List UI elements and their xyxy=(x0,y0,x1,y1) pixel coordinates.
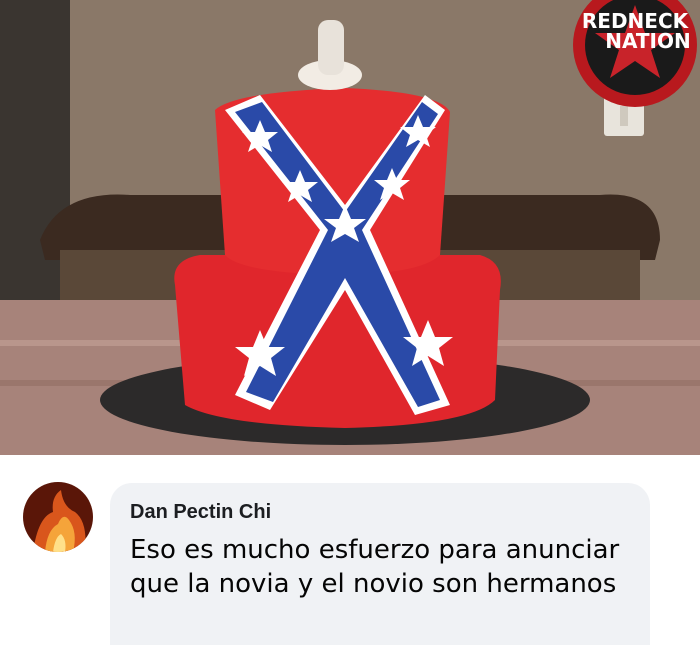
avatar[interactable] xyxy=(23,482,93,552)
post-photo[interactable]: REDNECK NATION xyxy=(0,0,700,455)
comment-section: Dan Pectin Chi Eso es mucho esfuerzo par… xyxy=(0,455,700,645)
comment-author[interactable]: Dan Pectin Chi xyxy=(130,501,271,524)
cake-photo-image: REDNECK NATION xyxy=(0,0,700,455)
comment-bubble: Dan Pectin Chi Eso es mucho esfuerzo par… xyxy=(110,483,650,645)
logo-line-2: NATION xyxy=(605,29,691,53)
fire-avatar-icon xyxy=(23,482,93,552)
comment-text: Eso es mucho esfuerzo para anunciar que … xyxy=(130,535,620,599)
